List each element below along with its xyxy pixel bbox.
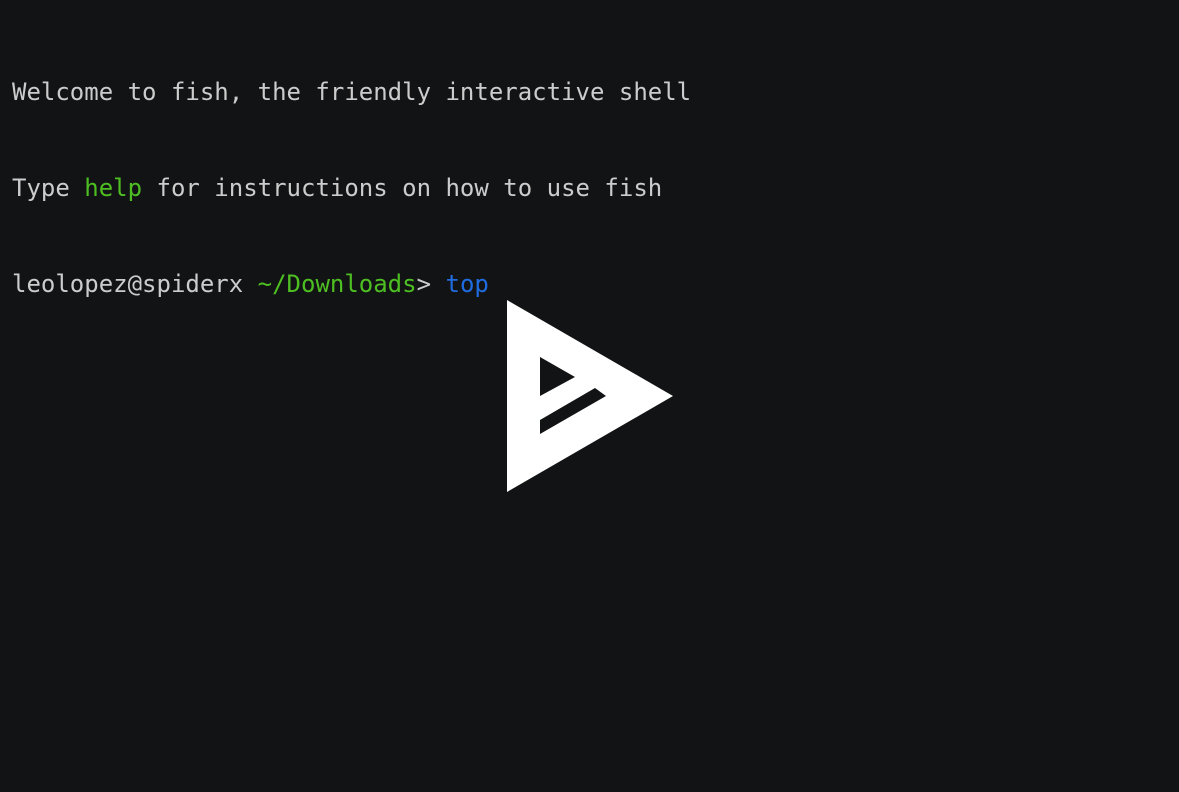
help-hint-prefix: Type [12,174,85,202]
prompt-command: top [445,270,489,298]
welcome-line: Welcome to fish, the friendly interactiv… [12,76,691,108]
asciinema-play-icon [507,300,673,492]
help-hint-suffix: for instructions on how to use fish [142,174,663,202]
prompt-user-host: leolopez@spiderx [12,270,244,298]
play-button[interactable] [505,298,677,496]
prompt-symbol: > [416,270,446,298]
welcome-text: Welcome to fish, the friendly interactiv… [12,78,692,106]
prompt-line: leolopez@spiderx ~/Downloads> top [12,268,691,300]
help-keyword: help [84,174,143,202]
terminal-screen[interactable]: Welcome to fish, the friendly interactiv… [0,0,1179,792]
help-hint-line: Type help for instructions on how to use… [12,172,691,204]
prompt-cwd: ~/Downloads [257,270,417,298]
